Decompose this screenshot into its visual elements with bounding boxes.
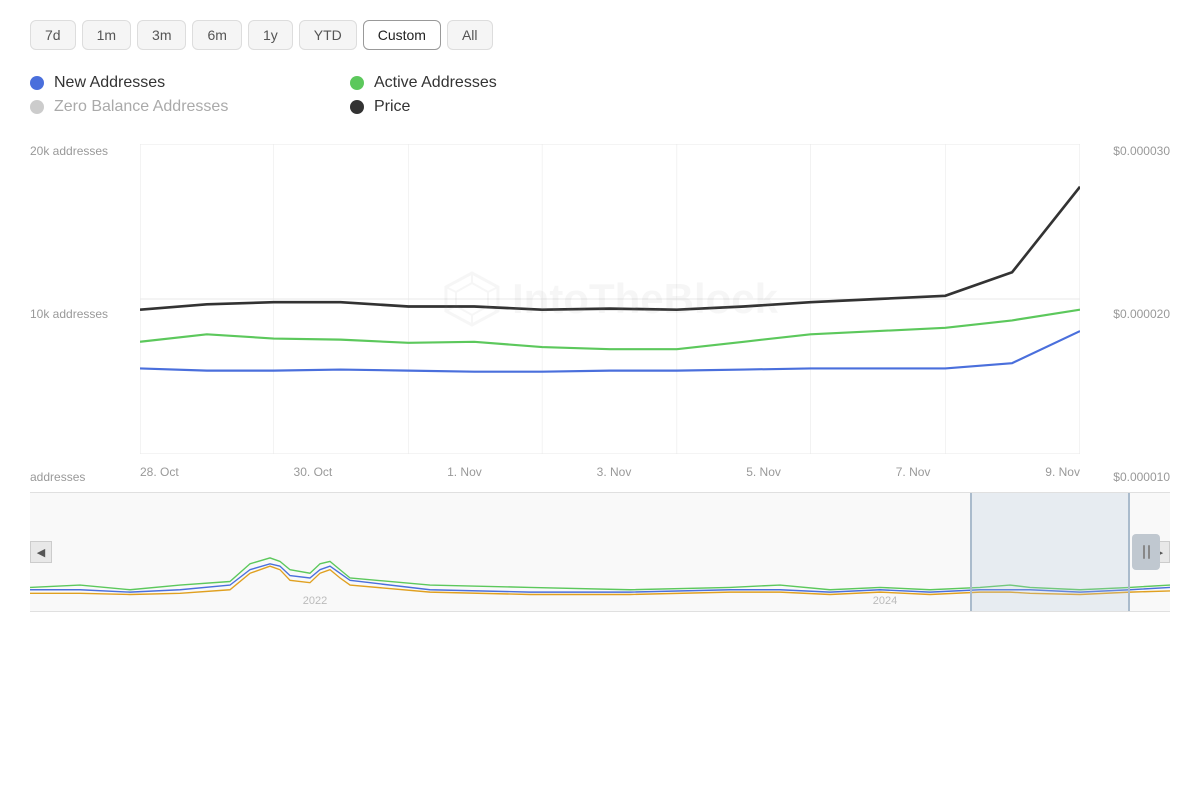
chart-legend: New Addresses Active Addresses Zero Balanc…	[30, 74, 630, 116]
time-filter-6m[interactable]: 6m	[192, 20, 241, 50]
x-label-0: 28. Oct	[140, 465, 179, 479]
legend-dot-active-addresses	[350, 76, 364, 90]
time-filter-ytd[interactable]: YTD	[299, 20, 357, 50]
legend-dot-zero-balance	[30, 100, 44, 114]
time-filter-all[interactable]: All	[447, 20, 493, 50]
x-label-3: 3. Nov	[597, 465, 632, 479]
y-left-top: 20k addresses	[30, 144, 140, 158]
time-filter-custom[interactable]: Custom	[363, 20, 441, 50]
chart-svg-container: IntoTheBlock	[140, 144, 1080, 454]
x-label-6: 9. Nov	[1045, 465, 1080, 479]
navigator-area: ◀ ▶ 2022 2024	[30, 492, 1170, 612]
nav-scroll-left-button[interactable]: ◀	[30, 541, 52, 563]
y-right-top: $0.000030	[1113, 144, 1170, 158]
x-axis: 28. Oct 30. Oct 1. Nov 3. Nov 5. Nov 7. Nov 9.…	[140, 460, 1080, 484]
handle-line-1	[1143, 545, 1145, 559]
y-axis-right: $0.000030 $0.000020 $0.000010	[1080, 144, 1170, 484]
navigator-handle[interactable]	[1132, 534, 1160, 570]
legend-label-active-addresses: Active Addresses	[374, 74, 497, 92]
y-left-mid: 10k addresses	[30, 307, 140, 321]
legend-item-zero-balance: Zero Balance Addresses	[30, 98, 310, 116]
x-label-4: 5. Nov	[746, 465, 781, 479]
time-filter-bar: 7d1m3m6m1yYTDCustomAll	[30, 20, 1170, 50]
y-right-bot: $0.000010	[1113, 470, 1170, 484]
legend-label-new-addresses: New Addresses	[54, 74, 165, 92]
navigator-svg	[30, 493, 1170, 611]
x-label-2: 1. Nov	[447, 465, 482, 479]
legend-dot-price	[350, 100, 364, 114]
legend-label-zero-balance: Zero Balance Addresses	[54, 98, 228, 116]
time-filter-3m[interactable]: 3m	[137, 20, 186, 50]
time-filter-1y[interactable]: 1y	[248, 20, 293, 50]
main-chart-area: 20k addresses 10k addresses addresses $0…	[30, 144, 1170, 484]
time-filter-1m[interactable]: 1m	[82, 20, 131, 50]
y-right-mid: $0.000020	[1113, 307, 1170, 321]
navigator-svg-wrapper	[30, 493, 1170, 611]
chart-svg	[140, 144, 1080, 454]
handle-line-2	[1148, 545, 1150, 559]
x-label-1: 30. Oct	[294, 465, 333, 479]
legend-item-active-addresses: Active Addresses	[350, 74, 630, 92]
legend-label-price: Price	[374, 98, 410, 116]
legend-dot-new-addresses	[30, 76, 44, 90]
main-container: 7d1m3m6m1yYTDCustomAll New Addresses Acti…	[0, 0, 1200, 800]
x-label-5: 7. Nov	[896, 465, 931, 479]
navigator-handle-lines	[1143, 545, 1150, 559]
time-filter-7d[interactable]: 7d	[30, 20, 76, 50]
legend-item-price: Price	[350, 98, 630, 116]
legend-item-new-addresses: New Addresses	[30, 74, 310, 92]
y-left-bot: addresses	[30, 470, 140, 484]
y-axis-left: 20k addresses 10k addresses addresses	[30, 144, 140, 484]
